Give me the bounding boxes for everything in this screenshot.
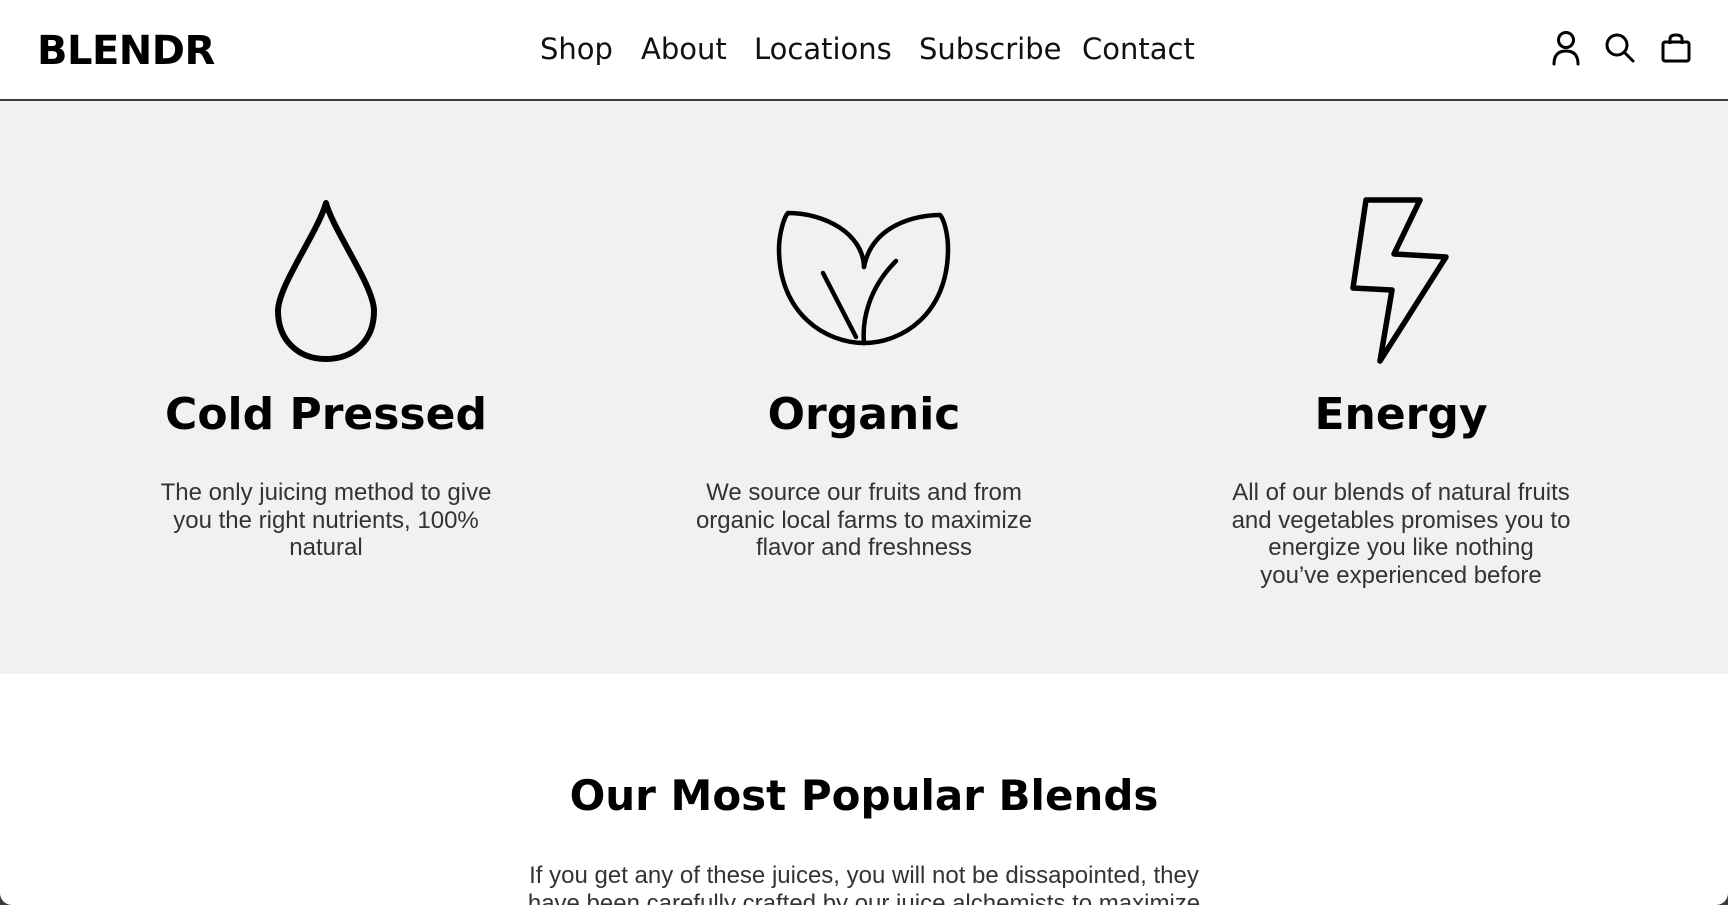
nav-about[interactable]: About <box>641 27 727 71</box>
leaves-icon <box>664 209 1064 347</box>
search-icon[interactable] <box>1602 28 1638 68</box>
shopping-bag-icon[interactable] <box>1658 28 1694 68</box>
nav-contact[interactable]: Contact <box>1082 27 1195 71</box>
feature-description: We source our fruits and from organic lo… <box>695 479 1033 561</box>
section-description: If you get any of these juices, you will… <box>527 862 1201 905</box>
feature-title: Organic <box>767 389 961 440</box>
feature-description: The only juicing method to give you the … <box>160 479 492 561</box>
nav-subscribe[interactable]: Subscribe <box>919 27 1061 71</box>
page: BLENDR Shop About Locations Subscribe Co… <box>0 0 1728 905</box>
account-icon[interactable] <box>1548 28 1584 68</box>
feature-title: Energy <box>1314 389 1488 440</box>
feature-title: Cold Pressed <box>165 389 487 440</box>
brand-logo[interactable]: BLENDR <box>37 24 215 78</box>
nav-shop[interactable]: Shop <box>540 27 613 71</box>
section-title: Our Most Popular Blends <box>569 771 1159 820</box>
nav-locations[interactable]: Locations <box>754 27 892 71</box>
site-header: BLENDR Shop About Locations Subscribe Co… <box>0 0 1728 101</box>
feature-description: All of our blends of natural fruits and … <box>1231 479 1571 589</box>
features-section: Cold Pressed The only juicing method to … <box>0 101 1728 674</box>
lightning-icon <box>1201 196 1601 366</box>
water-drop-icon <box>126 198 526 362</box>
